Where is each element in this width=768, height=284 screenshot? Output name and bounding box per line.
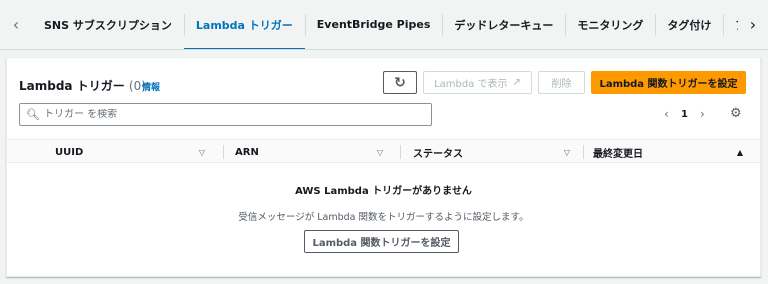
page-number[interactable]: 1 bbox=[681, 109, 688, 120]
empty-state-configure-button[interactable]: Lambda 関数トリガーを設定 bbox=[304, 230, 459, 253]
tab-scroll-right-icon[interactable]: › bbox=[738, 0, 768, 49]
next-page-icon[interactable]: › bbox=[700, 107, 705, 121]
empty-state-description: 受信メッセージが Lambda 関数をトリガーするように設定します。 bbox=[238, 212, 529, 223]
view-in-lambda-label: Lambda で表示 bbox=[434, 79, 508, 90]
delete-button[interactable]: 削除 bbox=[538, 71, 585, 94]
table-header: UUID ▽ ARN ▽ ステータス ▽ 最終変更日 ▲ bbox=[7, 139, 760, 163]
column-divider bbox=[400, 145, 401, 159]
sort-down-icon: ▽ bbox=[198, 147, 205, 157]
column-divider bbox=[223, 145, 224, 159]
refresh-icon: ↻ bbox=[394, 74, 406, 91]
configure-lambda-trigger-button[interactable]: Lambda 関数トリガーを設定 bbox=[591, 71, 746, 94]
column-label-arn: ARN bbox=[235, 146, 259, 158]
column-header-last-modified[interactable]: 最終変更日 ▲ bbox=[593, 140, 753, 164]
tab-monitoring[interactable]: モニタリング bbox=[565, 0, 655, 49]
column-header-uuid[interactable]: UUID ▽ bbox=[55, 140, 215, 164]
lambda-triggers-panel: Lambda トリガー (0) 情報 ↻ Lambda で表示 ↗ 削除 Lam… bbox=[6, 57, 761, 277]
search-input[interactable] bbox=[43, 109, 424, 120]
previous-page-icon[interactable]: ‹ bbox=[664, 107, 669, 121]
tab-eventbridge-pipes[interactable]: EventBridge Pipes bbox=[304, 0, 443, 49]
tab-dead-letter-queue[interactable]: デッドレターキュー bbox=[442, 0, 565, 49]
column-label-uuid: UUID bbox=[55, 146, 84, 158]
tab-list: SNS サブスクリプション Lambda トリガー EventBridge Pi… bbox=[32, 0, 738, 49]
external-link-icon: ↗ bbox=[512, 77, 521, 88]
column-label-last-modified: 最終変更日 bbox=[593, 148, 643, 160]
configure-lambda-trigger-label: Lambda 関数トリガーを設定 bbox=[599, 79, 738, 90]
sort-down-icon: ▽ bbox=[376, 147, 383, 157]
tab-access-policy[interactable]: アクセスポリシー bbox=[723, 0, 738, 49]
column-header-status[interactable]: ステータス ▽ bbox=[413, 140, 580, 164]
tab-sns-subscriptions[interactable]: SNS サブスクリプション bbox=[32, 0, 184, 49]
tab-tagging[interactable]: タグ付け bbox=[655, 0, 723, 49]
column-header-arn[interactable]: ARN ▽ bbox=[235, 140, 393, 164]
empty-state-configure-label: Lambda 関数トリガーを設定 bbox=[312, 238, 451, 249]
search-icon: 🔍︎ bbox=[26, 108, 40, 121]
view-in-lambda-button[interactable]: Lambda で表示 ↗ bbox=[423, 71, 532, 94]
column-label-status: ステータス bbox=[413, 148, 463, 160]
sort-down-icon: ▽ bbox=[563, 147, 570, 157]
delete-label: 削除 bbox=[551, 79, 572, 90]
sort-up-icon: ▲ bbox=[736, 147, 743, 157]
tab-lambda-triggers[interactable]: Lambda トリガー bbox=[183, 0, 305, 49]
panel-title-text: Lambda トリガー bbox=[19, 79, 125, 93]
column-divider bbox=[583, 145, 584, 159]
tab-bar: ‹ SNS サブスクリプション Lambda トリガー EventBridge … bbox=[0, 0, 768, 50]
pagination: ‹ 1 › bbox=[664, 107, 705, 121]
tab-scroll-left-icon[interactable]: ‹ bbox=[0, 0, 32, 49]
empty-state-title: AWS Lambda トリガーがありません bbox=[295, 186, 472, 197]
gear-icon[interactable]: ⚙ bbox=[730, 106, 742, 121]
info-link[interactable]: 情報 bbox=[142, 80, 160, 93]
search-box: 🔍︎ bbox=[19, 103, 432, 126]
panel-title: Lambda トリガー (0) bbox=[19, 77, 146, 94]
refresh-button[interactable]: ↻ bbox=[383, 71, 417, 94]
